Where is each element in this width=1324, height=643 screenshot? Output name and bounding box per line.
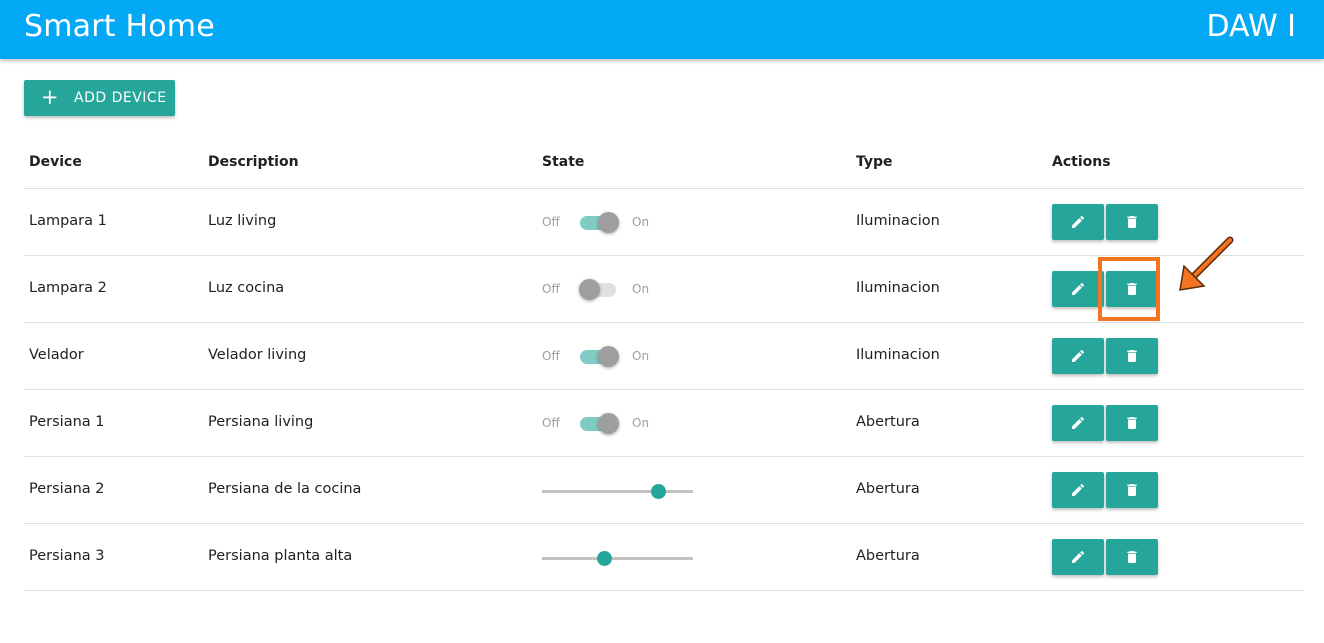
delete-button[interactable] — [1106, 204, 1158, 240]
column-header-type: Type — [856, 154, 893, 170]
toggle-off-label: Off — [542, 349, 560, 363]
delete-button[interactable] — [1106, 271, 1158, 307]
plus-icon: + — [41, 85, 60, 109]
table-row: Persiana 3 Persiana planta alta Abertura — [24, 524, 1304, 591]
device-name: Lampara 1 — [29, 213, 107, 229]
device-name: Persiana 1 — [29, 414, 105, 430]
toggle-on-label: On — [632, 215, 650, 229]
table-header: Device Description State Type Actions — [24, 135, 1304, 189]
toggle-on-label: On — [632, 416, 650, 430]
device-description: Velador living — [208, 347, 307, 363]
add-device-label: ADD DEVICE — [74, 90, 167, 106]
toggle-on-label: On — [632, 282, 650, 296]
state-toggle[interactable]: Off On — [542, 346, 662, 368]
toggle-knob[interactable] — [598, 212, 619, 233]
toggle-off-label: Off — [542, 282, 560, 296]
state-toggle[interactable]: Off On — [542, 212, 662, 234]
edit-button[interactable] — [1052, 405, 1104, 441]
toggle-knob[interactable] — [598, 346, 619, 367]
delete-button[interactable] — [1106, 405, 1158, 441]
table-row: Lampara 2 Luz cocina Off On Iluminacion — [24, 256, 1304, 323]
table-row: Persiana 1 Persiana living Off On Abertura — [24, 390, 1304, 457]
device-description: Luz cocina — [208, 280, 285, 296]
device-description: Persiana planta alta — [208, 548, 353, 564]
device-name: Persiana 3 — [29, 548, 105, 564]
state-slider[interactable] — [542, 482, 693, 500]
device-type: Iluminacion — [856, 213, 940, 229]
state-toggle[interactable]: Off On — [542, 413, 662, 435]
table-row: Lampara 1 Luz living Off On Iluminacion — [24, 189, 1304, 256]
toggle-off-label: Off — [542, 416, 560, 430]
edit-button[interactable] — [1052, 271, 1104, 307]
slider-rail — [542, 490, 693, 493]
delete-button[interactable] — [1106, 472, 1158, 508]
state-slider[interactable] — [542, 549, 693, 567]
device-description: Persiana de la cocina — [208, 481, 362, 497]
app-bar-right-label: DAW I — [1206, 9, 1296, 44]
column-header-description: Description — [208, 154, 299, 170]
device-type: Abertura — [856, 548, 920, 564]
devices-table: Device Description State Type Actions La… — [24, 135, 1304, 591]
device-name: Velador — [29, 347, 84, 363]
delete-button[interactable] — [1106, 338, 1158, 374]
edit-button[interactable] — [1052, 204, 1104, 240]
edit-button[interactable] — [1052, 472, 1104, 508]
column-header-state: State — [542, 154, 585, 170]
device-name: Lampara 2 — [29, 280, 107, 296]
slider-rail — [542, 557, 693, 560]
device-description: Persiana living — [208, 414, 314, 430]
column-header-actions: Actions — [1052, 154, 1111, 170]
app-title: Smart Home — [24, 9, 215, 44]
app-bar: Smart Home DAW I — [0, 0, 1324, 59]
toggle-knob[interactable] — [579, 279, 600, 300]
device-type: Iluminacion — [856, 280, 940, 296]
slider-thumb[interactable] — [651, 484, 667, 499]
toggle-knob[interactable] — [598, 413, 619, 434]
device-name: Persiana 2 — [29, 481, 105, 497]
slider-thumb[interactable] — [596, 551, 612, 566]
add-device-button[interactable]: + ADD DEVICE — [24, 80, 175, 116]
toggle-on-label: On — [632, 349, 650, 363]
table-row: Velador Velador living Off On Iluminacion — [24, 323, 1304, 390]
edit-button[interactable] — [1052, 338, 1104, 374]
toggle-off-label: Off — [542, 215, 560, 229]
edit-button[interactable] — [1052, 539, 1104, 575]
table-row: Persiana 2 Persiana de la cocina Abertura — [24, 457, 1304, 524]
column-header-device: Device — [29, 154, 82, 170]
delete-button[interactable] — [1106, 539, 1158, 575]
device-type: Iluminacion — [856, 347, 940, 363]
device-description: Luz living — [208, 213, 277, 229]
device-type: Abertura — [856, 481, 920, 497]
state-toggle[interactable]: Off On — [542, 279, 662, 301]
device-type: Abertura — [856, 414, 920, 430]
